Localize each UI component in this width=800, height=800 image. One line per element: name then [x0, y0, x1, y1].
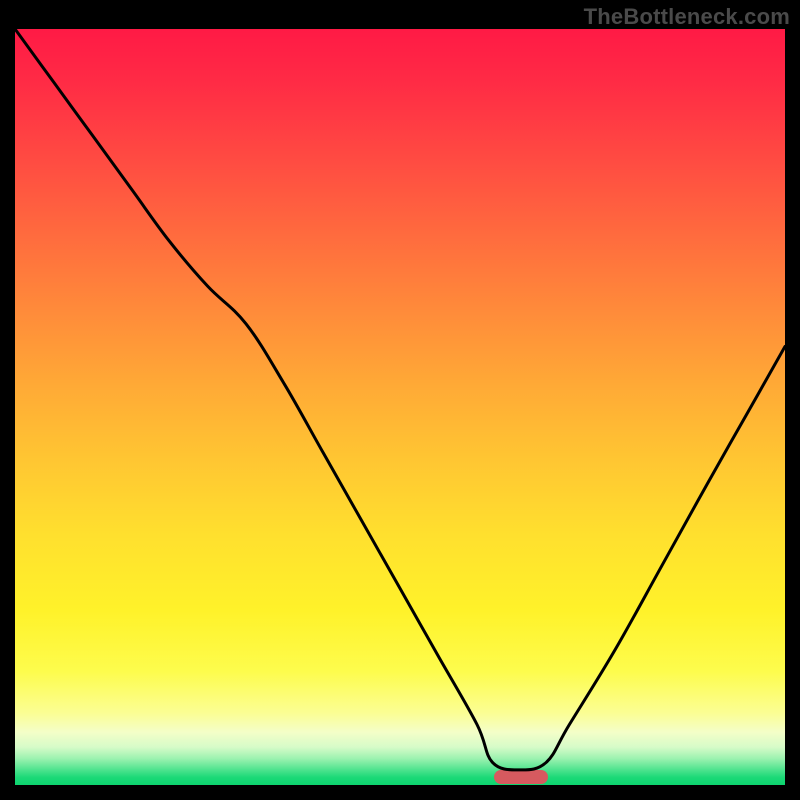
- chart-frame: TheBottleneck.com: [0, 0, 800, 800]
- background-gradient: [15, 29, 785, 785]
- optimal-region-marker: [494, 770, 548, 784]
- watermark-text: TheBottleneck.com: [584, 4, 790, 30]
- plot-area: [15, 29, 785, 785]
